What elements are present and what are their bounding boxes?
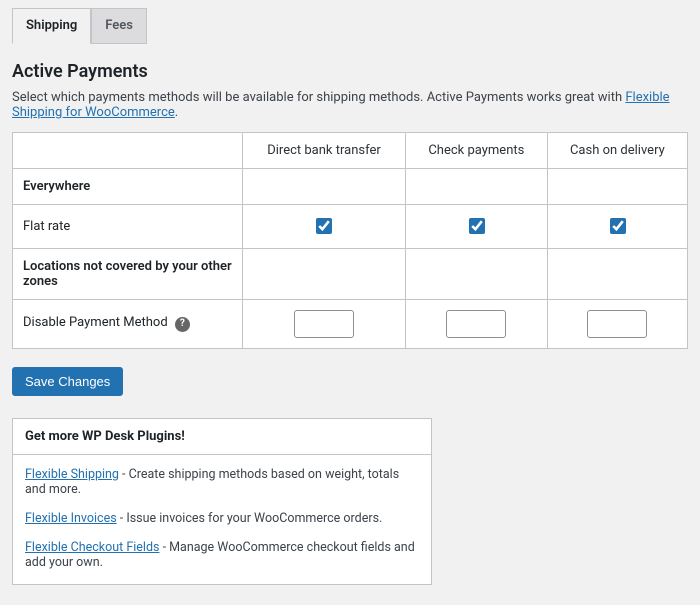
promo-link-checkout[interactable]: Flexible Checkout Fields — [25, 540, 159, 555]
settings-tabs: Shipping Fees — [12, 0, 688, 44]
col-cod: Cash on delivery — [547, 132, 687, 168]
help-icon[interactable]: ? — [175, 317, 190, 332]
chk-flat-rate-direct-bank[interactable] — [316, 218, 332, 234]
save-button[interactable]: Save Changes — [12, 367, 123, 396]
payments-matrix: Direct bank transfer Check payments Cash… — [12, 132, 688, 349]
promo-box: Get more WP Desk Plugins! Flexible Shipp… — [12, 418, 432, 585]
row-flat-rate: Flat rate — [13, 204, 688, 248]
row-flat-rate-label: Flat rate — [13, 204, 243, 248]
promo-item-shipping: Flexible Shipping - Create shipping meth… — [25, 467, 419, 497]
intro-suffix: . — [175, 105, 178, 120]
row-not-covered: Locations not covered by your other zone… — [13, 248, 688, 299]
row-everywhere-label: Everywhere — [13, 168, 243, 204]
row-disable: Disable Payment Method ? — [13, 299, 688, 348]
page-title: Active Payments — [12, 61, 688, 82]
promo-title: Get more WP Desk Plugins! — [13, 419, 431, 455]
row-everywhere: Everywhere — [13, 168, 688, 204]
disable-input-direct-bank[interactable] — [294, 310, 354, 338]
tab-fees[interactable]: Fees — [91, 8, 147, 44]
row-not-covered-label: Locations not covered by your other zone… — [13, 248, 243, 299]
promo-desc-invoices: - Issue invoices for your WooCommerce or… — [117, 511, 383, 526]
promo-link-invoices[interactable]: Flexible Invoices — [25, 511, 117, 526]
promo-item-checkout: Flexible Checkout Fields - Manage WooCom… — [25, 540, 419, 570]
disable-input-cod[interactable] — [587, 310, 647, 338]
row-disable-label: Disable Payment Method ? — [13, 299, 243, 348]
chk-flat-rate-cod[interactable] — [610, 218, 626, 234]
promo-link-shipping[interactable]: Flexible Shipping — [25, 467, 119, 482]
col-check: Check payments — [405, 132, 547, 168]
col-direct-bank: Direct bank transfer — [243, 132, 406, 168]
disable-input-check[interactable] — [446, 310, 506, 338]
promo-item-invoices: Flexible Invoices - Issue invoices for y… — [25, 511, 419, 526]
tab-shipping[interactable]: Shipping — [12, 8, 91, 44]
chk-flat-rate-check[interactable] — [469, 218, 485, 234]
row-disable-text: Disable Payment Method — [23, 315, 168, 330]
intro-text: Select which payments methods will be av… — [12, 90, 688, 120]
intro-prefix: Select which payments methods will be av… — [12, 90, 625, 105]
col-corner — [13, 132, 243, 168]
